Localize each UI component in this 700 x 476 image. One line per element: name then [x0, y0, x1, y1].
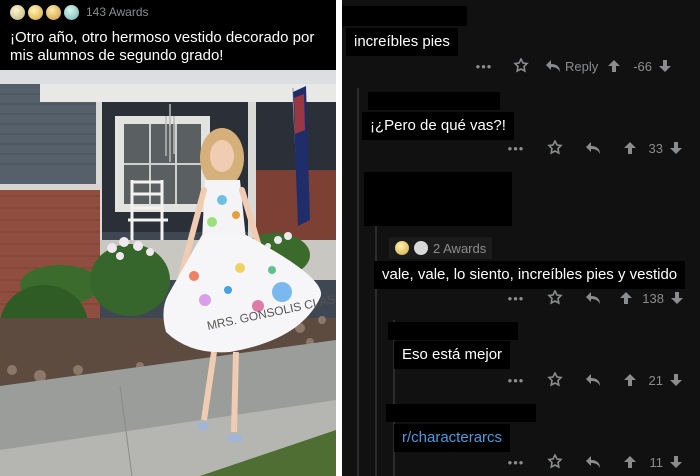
upvote-icon[interactable] — [607, 59, 621, 73]
comment-actions: ••• Reply -66 — [475, 56, 672, 76]
comment-score: 11 — [649, 454, 664, 470]
upvote-icon[interactable] — [619, 291, 633, 305]
comment-body: vale, vale, lo siento, increíbles pies y… — [374, 261, 686, 289]
reply-icon[interactable] — [585, 141, 601, 155]
more-options-icon[interactable]: ••• — [507, 373, 525, 388]
post-panel: 143 Awards ¡Otro año, otro hermoso vesti… — [0, 0, 336, 476]
comment-body: increíbles pies — [346, 28, 458, 56]
redacted-username — [368, 92, 500, 110]
reply-icon[interactable] — [585, 291, 601, 305]
award-icon[interactable] — [547, 372, 563, 388]
award-icon[interactable] — [513, 58, 529, 74]
gold-award-icon — [395, 241, 409, 255]
award-icon[interactable] — [547, 454, 563, 470]
upvote-icon[interactable] — [623, 455, 637, 469]
silver-award-icon — [414, 241, 428, 255]
comment-score: 33 — [648, 140, 663, 156]
comment-awards-count: 2 Awards — [433, 240, 487, 256]
award-icon[interactable] — [547, 140, 563, 156]
reply-button[interactable]: Reply — [565, 59, 607, 74]
reply-icon[interactable] — [545, 59, 561, 73]
downvote-icon[interactable] — [669, 455, 683, 469]
award-icon[interactable] — [547, 290, 563, 306]
downvote-icon[interactable] — [669, 141, 683, 155]
subreddit-link[interactable]: r/characterarcs — [394, 424, 511, 452]
comment-awards[interactable]: 2 Awards — [389, 237, 493, 259]
comment-score: -66 — [633, 58, 652, 74]
more-options-icon[interactable]: ••• — [475, 59, 493, 74]
reply-icon[interactable] — [585, 373, 601, 387]
comment-actions: ••• 11 — [507, 452, 683, 472]
more-options-icon[interactable]: ••• — [507, 141, 525, 156]
comment-body: Eso está mejor — [394, 341, 511, 369]
wholesome-award-icon — [64, 4, 79, 20]
post-title: ¡Otro año, otro hermoso vestido decorado… — [0, 24, 336, 70]
comment-score: 21 — [648, 372, 663, 388]
reply-icon[interactable] — [585, 455, 601, 469]
comment-actions: ••• 21 — [507, 370, 683, 390]
upvote-icon[interactable] — [623, 373, 637, 387]
comment-actions: ••• 138 — [507, 288, 684, 308]
comments-panel: increíbles pies ••• Reply -66 ¡¿Pero de … — [342, 0, 700, 476]
upvote-icon[interactable] — [623, 141, 637, 155]
silver-award-icon — [10, 4, 25, 20]
redacted-username — [364, 172, 512, 226]
downvote-icon[interactable] — [670, 291, 684, 305]
redacted-username — [386, 404, 536, 422]
helpful-award-icon — [46, 4, 61, 20]
post-awards-bar[interactable]: 143 Awards — [0, 0, 336, 24]
redacted-username — [342, 6, 467, 26]
downvote-icon[interactable] — [658, 59, 672, 73]
more-options-icon[interactable]: ••• — [507, 291, 525, 306]
redacted-username — [388, 322, 518, 340]
gold-award-icon — [28, 4, 43, 20]
downvote-icon[interactable] — [669, 373, 683, 387]
thread-line[interactable] — [357, 88, 359, 476]
comment-body: ¡¿Pero de qué vas?! — [362, 112, 514, 140]
comment-actions: ••• 33 — [507, 138, 683, 158]
more-options-icon[interactable]: ••• — [507, 455, 525, 470]
post-awards-count: 143 Awards — [86, 5, 149, 19]
post-photo[interactable]: MRS. GONSOLIS CLASS — [0, 70, 336, 476]
comment-score: 138 — [642, 290, 664, 306]
